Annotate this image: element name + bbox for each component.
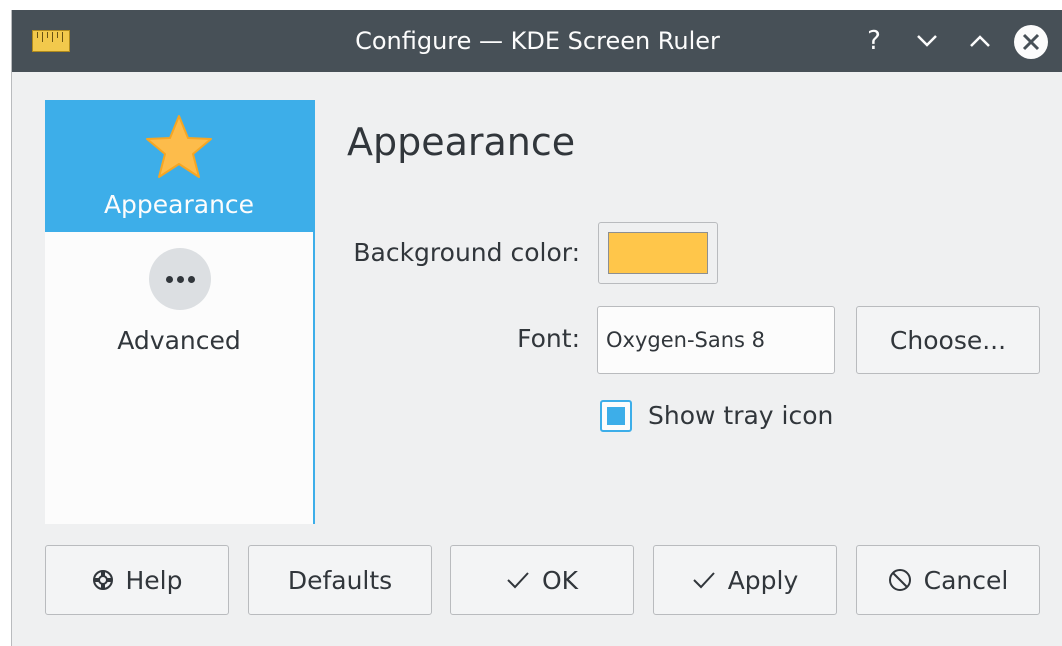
- background-color-label: Background color:: [353, 238, 580, 267]
- minimize-button[interactable]: [910, 24, 944, 58]
- checkbox-checked-indicator: [607, 407, 625, 425]
- sidebar-item-advanced[interactable]: Advanced: [45, 234, 313, 366]
- ruler-app-icon: [32, 30, 70, 52]
- choose-font-button[interactable]: Choose...: [856, 306, 1040, 374]
- window-title: Configure — KDE Screen Ruler: [355, 27, 720, 55]
- maximize-button[interactable]: [963, 24, 997, 58]
- chevron-up-icon: [970, 35, 990, 47]
- checkmark-icon: [507, 572, 529, 589]
- more-dots-icon: [149, 248, 211, 310]
- cancel-button[interactable]: Cancel: [856, 545, 1040, 615]
- help-button-label: Help: [125, 565, 183, 595]
- ok-button[interactable]: OK: [450, 545, 634, 615]
- font-label: Font:: [517, 324, 580, 353]
- page-title: Appearance: [347, 120, 576, 164]
- cancel-icon: [888, 569, 911, 591]
- sidebar-item-label: Appearance: [103, 190, 255, 219]
- help-button[interactable]: Help: [45, 545, 229, 615]
- color-swatch: [608, 232, 708, 274]
- checkmark-icon: [692, 572, 715, 589]
- show-tray-icon-label[interactable]: Show tray icon: [648, 400, 833, 432]
- page-list: Appearance Advanced: [45, 100, 315, 524]
- close-icon: [1022, 33, 1040, 51]
- apply-button[interactable]: Apply: [653, 545, 837, 615]
- ok-button-label: OK: [541, 565, 579, 595]
- context-help-button[interactable]: ?: [857, 24, 891, 58]
- sidebar-item-label: Advanced: [117, 326, 241, 355]
- config-dialog: Configure — KDE Screen Ruler ? Appearanc…: [11, 10, 1062, 646]
- show-tray-icon-checkbox[interactable]: [600, 400, 632, 432]
- lifebuoy-icon: [92, 570, 113, 590]
- chevron-down-icon: [917, 35, 937, 47]
- background-color-button[interactable]: [598, 222, 718, 284]
- apply-button-label: Apply: [727, 565, 799, 595]
- font-field[interactable]: Oxygen-Sans 8: [597, 306, 835, 374]
- defaults-button-label: Defaults: [287, 565, 393, 595]
- sidebar-item-appearance[interactable]: Appearance: [45, 100, 313, 232]
- star-icon: [146, 115, 212, 178]
- defaults-button[interactable]: Defaults: [248, 545, 432, 615]
- help-question-icon: ?: [867, 26, 881, 56]
- cancel-button-label: Cancel: [923, 565, 1009, 595]
- title-bar[interactable]: Configure — KDE Screen Ruler ?: [12, 10, 1062, 72]
- close-button[interactable]: [1014, 25, 1048, 59]
